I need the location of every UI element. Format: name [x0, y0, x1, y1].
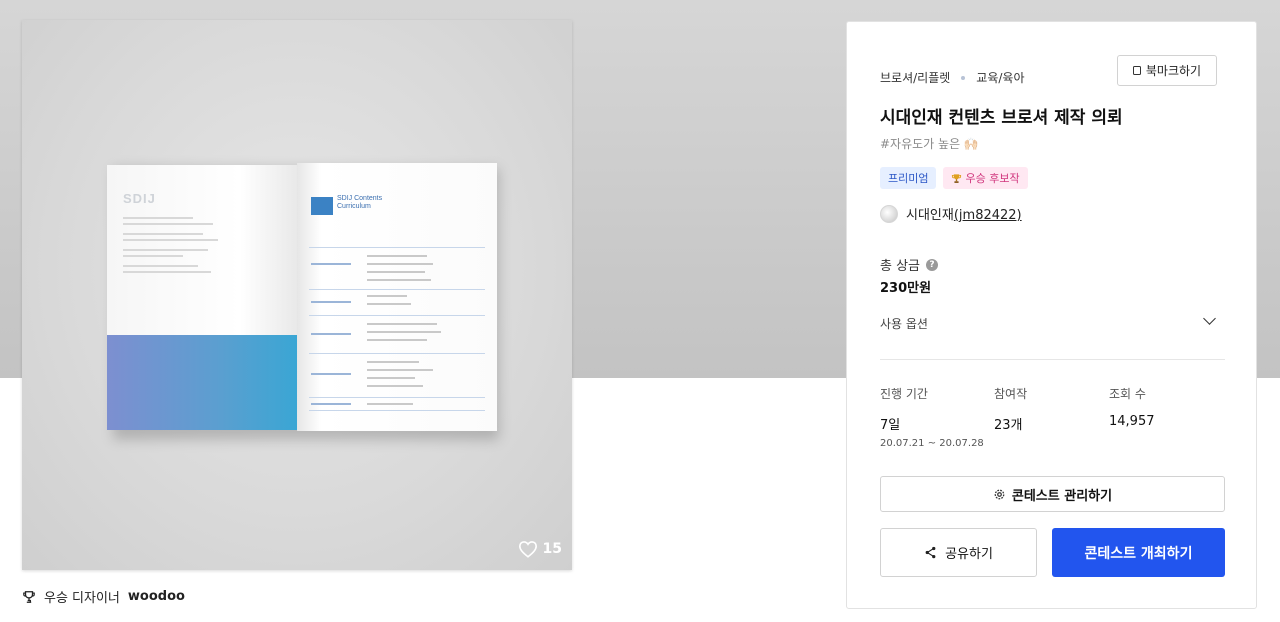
designer-name[interactable]: woodoo — [128, 589, 185, 604]
row-text — [367, 271, 425, 273]
stat-views: 조회 수 14,957 — [1109, 385, 1155, 429]
row-text — [367, 295, 407, 297]
bookmark-label: 북마크하기 — [1145, 64, 1202, 78]
brochure-left-page: SDIJ — [107, 165, 297, 430]
brochure-blue-block — [107, 335, 297, 430]
like-count: 15 — [542, 541, 562, 557]
breadcrumb: 브로셔/리플렛 교육/육아 — [880, 69, 1025, 86]
stat-participants: 참여작 23개 — [994, 385, 1027, 433]
row-text — [367, 403, 413, 405]
winner-candidate-badge: 우승 후보작 — [943, 167, 1028, 189]
brochure-right-page: SDIJ Contents Curriculum — [297, 163, 497, 431]
row-text — [367, 385, 423, 387]
text-line — [123, 233, 203, 235]
trophy-icon — [23, 590, 35, 603]
text-line — [123, 223, 213, 225]
text-line — [123, 239, 218, 241]
row-text — [367, 279, 431, 281]
text-line — [123, 255, 183, 257]
text-line — [123, 249, 208, 251]
row-label — [311, 263, 351, 265]
total-prize-value: 230만원 — [880, 281, 932, 296]
brochure-logo — [311, 197, 333, 215]
text-line — [123, 265, 198, 267]
contest-detail-panel: 브로셔/리플렛 교육/육아 북마크하기 시대인재 컨텐츠 브로셔 제작 의뢰 #… — [846, 21, 1257, 609]
text-line — [123, 217, 193, 219]
share-button[interactable]: 공유하기 — [880, 528, 1037, 577]
row-label — [311, 301, 351, 303]
participants-value: 23개 — [994, 418, 1023, 433]
row-text — [367, 361, 419, 363]
total-prize-label: 총 상금 ? — [880, 255, 939, 274]
heart-icon — [518, 541, 537, 558]
host-contest-label: 콘테스트 개최하기 — [1084, 545, 1193, 562]
views-label: 조회 수 — [1109, 387, 1146, 401]
gear-icon — [994, 489, 1005, 499]
host-name: 시대인재 — [906, 208, 954, 223]
row-label — [311, 373, 351, 375]
badge-group: 프리미엄 우승 후보작 — [880, 167, 1028, 189]
contest-title: 시대인재 컨텐츠 브로셔 제작 의뢰 — [880, 108, 1123, 128]
breadcrumb-category[interactable]: 브로셔/리플렛 — [880, 69, 950, 86]
premium-badge: 프리미엄 — [880, 167, 937, 189]
curriculum-row — [309, 353, 485, 397]
row-label — [311, 403, 351, 405]
share-label: 공유하기 — [945, 547, 993, 562]
manage-contest-label: 콘테스트 관리하기 — [1011, 488, 1113, 504]
brochure-mockup: SDIJ SDIJ Contents Curriculum — [107, 160, 499, 440]
breadcrumb-separator — [961, 75, 966, 80]
row-text — [367, 255, 427, 257]
stat-duration: 진행 기간 7일 20.07.21 ~ 20.07.28 — [880, 385, 984, 449]
designer-label: 우승 디자이너 — [44, 591, 120, 606]
chevron-down-icon[interactable] — [1203, 312, 1216, 325]
winner-badge-label: 우승 후보작 — [965, 172, 1020, 185]
breadcrumb-subcategory[interactable]: 교육/육아 — [976, 69, 1024, 86]
brochure-heading-line-1: SDIJ Contents — [337, 195, 383, 202]
curriculum-row — [309, 247, 485, 289]
bookmark-button[interactable]: 북마크하기 — [1117, 55, 1217, 86]
brochure-left-title: SDIJ — [123, 191, 156, 206]
manage-contest-button[interactable]: 콘테스트 관리하기 — [880, 476, 1225, 512]
text-line — [123, 271, 211, 273]
row-label — [311, 333, 351, 335]
divider — [880, 359, 1225, 360]
contest-host[interactable]: 시대인재(jm82422) — [880, 204, 1022, 223]
winning-designer: 우승 디자이너 woodoo — [22, 587, 185, 606]
host-contest-button[interactable]: 콘테스트 개최하기 — [1052, 528, 1225, 577]
views-value: 14,957 — [1109, 414, 1155, 429]
contest-image[interactable]: SDIJ SDIJ Contents Curriculum 15 — [22, 20, 572, 570]
premium-badge-label: 프리미엄 — [888, 172, 929, 185]
like-button[interactable]: 15 — [518, 540, 562, 558]
brochure-right-heading: SDIJ Contents Curriculum — [337, 195, 382, 211]
duration-label: 진행 기간 — [880, 387, 928, 401]
bookmark-icon — [1132, 66, 1141, 75]
row-text — [367, 263, 433, 265]
row-text — [367, 369, 433, 371]
trophy-icon — [952, 173, 962, 183]
row-text — [367, 331, 441, 333]
prize-label-text: 총 상금 — [880, 259, 921, 274]
help-icon[interactable]: ? — [926, 258, 939, 271]
row-text — [367, 377, 415, 379]
duration-range: 20.07.21 ~ 20.07.28 — [880, 438, 984, 449]
row-text — [367, 323, 437, 325]
brochure-heading-line-2: Curriculum — [337, 203, 371, 210]
share-icon — [925, 546, 936, 559]
usage-options-toggle[interactable]: 사용 옵션 — [880, 315, 928, 332]
row-text — [367, 303, 411, 305]
host-handle[interactable]: (jm82422) — [954, 208, 1022, 223]
participants-label: 참여작 — [994, 387, 1028, 401]
duration-value: 7일 — [880, 418, 901, 433]
avatar — [880, 204, 898, 223]
contest-tagline: #자유도가 높은 🙌🏻 — [880, 137, 979, 151]
row-text — [367, 339, 427, 341]
